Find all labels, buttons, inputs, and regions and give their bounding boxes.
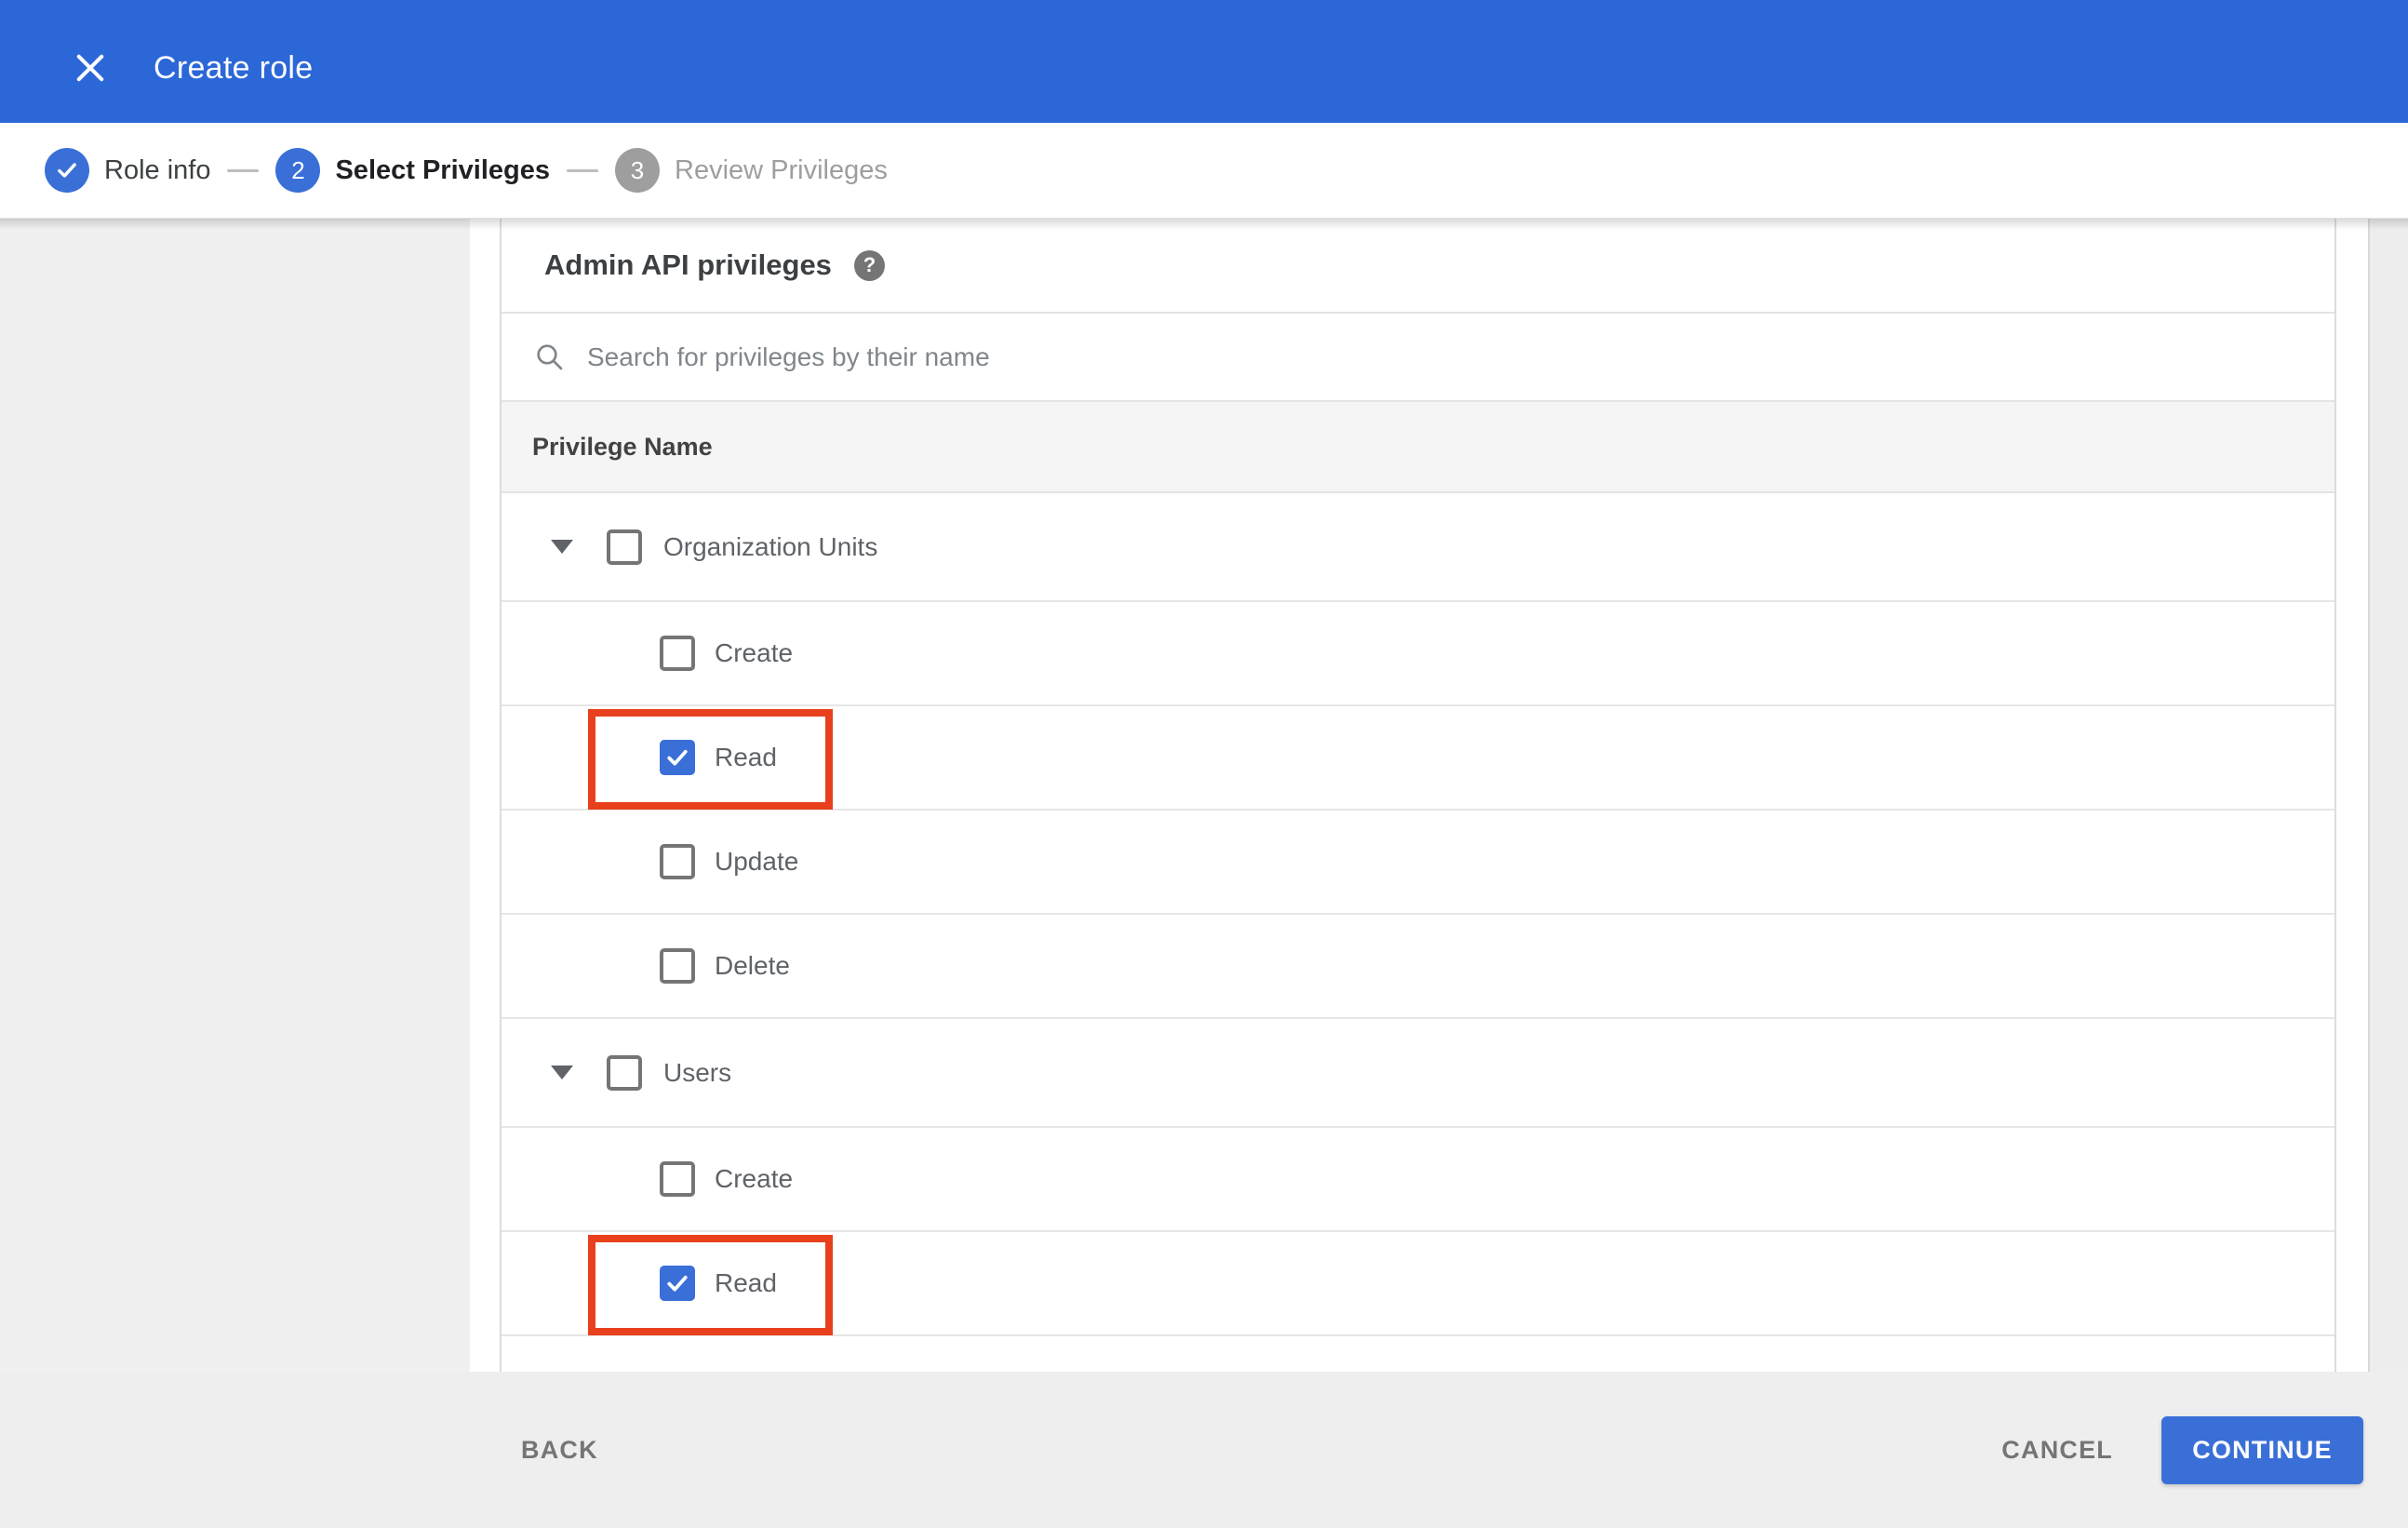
- privilege-label: Delete: [715, 951, 790, 980]
- highlight-box: [588, 709, 833, 810]
- checkbox-orgunits-read[interactable]: [660, 740, 695, 775]
- table-row-organization-units: Organization Units: [502, 493, 2334, 602]
- privilege-label: Update: [715, 847, 799, 876]
- cancel-button[interactable]: CANCEL: [2001, 1436, 2113, 1465]
- table-row-users-create: Create: [502, 1128, 2334, 1232]
- step-number-badge: 3: [615, 148, 660, 193]
- privileges-card: Admin API privileges ? Privilege Name Or…: [500, 219, 2336, 1372]
- left-gutter: [0, 219, 470, 1372]
- step-label: Role info: [104, 154, 211, 185]
- step-label: Review Privileges: [675, 154, 888, 185]
- continue-button[interactable]: CONTINUE: [2161, 1415, 2363, 1484]
- step-label: Select Privileges: [335, 154, 550, 185]
- privilege-label: Users: [663, 1057, 732, 1087]
- step-role-info[interactable]: Role info: [45, 148, 210, 193]
- app-bar: Create role: [0, 0, 2408, 123]
- checkmark-icon: [667, 1275, 688, 1292]
- privilege-label: Read: [715, 743, 777, 771]
- search-icon: [537, 343, 563, 369]
- step-number-badge: 2: [275, 148, 321, 193]
- search-input[interactable]: [587, 328, 2334, 385]
- table-row-users: Users: [502, 1019, 2334, 1128]
- table-row-orgunits-create: Create: [502, 602, 2334, 706]
- checkbox-users-read[interactable]: [660, 1266, 695, 1301]
- column-header-privilege-name: Privilege Name: [502, 402, 2334, 493]
- content-area: Admin API privileges ? Privilege Name Or…: [0, 219, 2408, 1372]
- checkbox-users[interactable]: [607, 1054, 642, 1091]
- checkbox-orgunits-update[interactable]: [660, 844, 695, 879]
- checkbox-organization-units[interactable]: [607, 529, 642, 565]
- section-title: Admin API privileges: [544, 248, 832, 281]
- step-connector: [227, 168, 260, 172]
- privilege-label: Create: [715, 1164, 794, 1193]
- step-select-privileges[interactable]: 2 Select Privileges: [275, 148, 550, 193]
- right-gutter: [2368, 219, 2408, 1372]
- collapse-arrow-icon[interactable]: [551, 1066, 573, 1079]
- privilege-label: Create: [715, 638, 794, 667]
- search-row: [502, 314, 2334, 402]
- checkbox-orgunits-delete[interactable]: [660, 948, 695, 984]
- footer-bar: BACK CANCEL CONTINUE: [0, 1372, 2408, 1528]
- privilege-label: Organization Units: [663, 531, 878, 561]
- right-spacer: [2336, 219, 2368, 1372]
- table-row-orgunits-read: Read: [502, 706, 2334, 811]
- table-row-orgunits-delete: Delete: [502, 915, 2334, 1019]
- page-title: Create role: [154, 49, 314, 86]
- stepper: Role info 2 Select Privileges 3 Review P…: [0, 123, 2408, 219]
- step-connector: [567, 168, 598, 172]
- left-spacer: [470, 219, 500, 1372]
- back-button[interactable]: BACK: [521, 1436, 598, 1465]
- checkmark-icon: [667, 749, 688, 766]
- step-review-privileges[interactable]: 3 Review Privileges: [615, 148, 888, 193]
- checkbox-orgunits-create[interactable]: [660, 636, 695, 671]
- step-completed-check-icon: [45, 148, 89, 193]
- table-row-users-read: Read: [502, 1232, 2334, 1336]
- privilege-label: Read: [715, 1268, 777, 1297]
- help-icon[interactable]: ?: [853, 249, 885, 281]
- highlight-box: [588, 1235, 833, 1335]
- table-row-orgunits-update: Update: [502, 811, 2334, 915]
- collapse-arrow-icon[interactable]: [551, 540, 573, 554]
- close-icon[interactable]: [70, 47, 111, 88]
- checkbox-users-create[interactable]: [660, 1161, 695, 1197]
- card-heading: Admin API privileges ?: [502, 219, 2334, 314]
- footer-right-group: CANCEL CONTINUE: [2001, 1415, 2363, 1484]
